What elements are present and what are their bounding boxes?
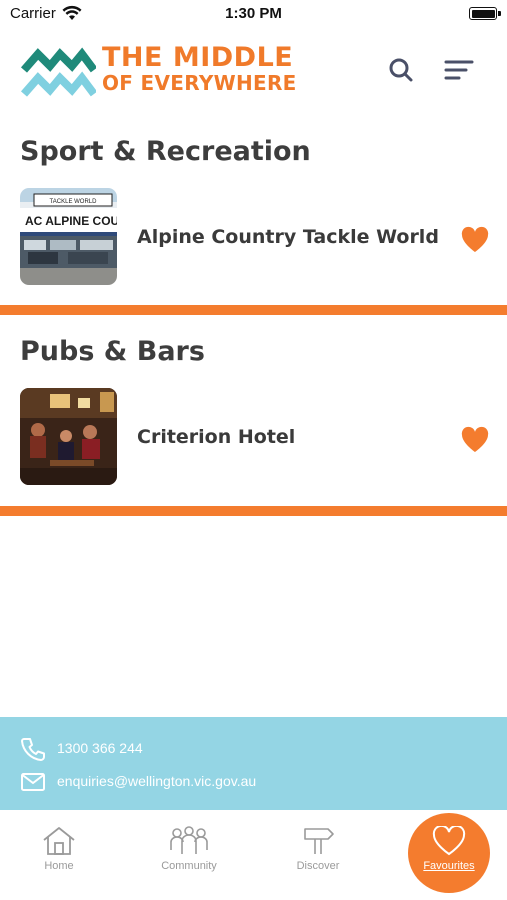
tab-label: Community [161, 860, 217, 872]
logo-line-2: OF EVERYWHERE [102, 71, 297, 95]
section-title-sport: Sport & Recreation [20, 136, 311, 167]
search-icon[interactable] [387, 56, 415, 84]
tab-label: Discover [296, 860, 340, 872]
bottom-tab-bar: Home Community Discover Favourites [0, 810, 507, 900]
tab-label: Home [44, 860, 74, 872]
tab-discover[interactable]: Discover [273, 810, 363, 890]
status-bar: Carrier 1:30 PM [0, 0, 507, 28]
signpost-icon [304, 828, 334, 854]
tab-favourites[interactable]: Favourites [404, 810, 494, 890]
section-divider [0, 506, 507, 516]
list-item-criterion-hotel[interactable]: Criterion Hotel [0, 388, 507, 488]
thumbnail-image [20, 388, 117, 485]
app-header: THE MIDDLE OF EVERYWHERE [0, 38, 507, 108]
section-divider [0, 305, 507, 315]
tab-label: Favourites [423, 860, 475, 872]
battery-icon [469, 7, 497, 20]
logo-wordmark[interactable]: THE MIDDLE OF EVERYWHERE [102, 44, 297, 93]
favourite-heart-icon[interactable] [460, 426, 490, 454]
menu-icon[interactable] [443, 56, 475, 84]
tab-community[interactable]: Community [144, 810, 234, 890]
email-address: enquiries@wellington.vic.gov.au [57, 773, 257, 789]
logo-line-1: THE MIDDLE [102, 42, 294, 73]
status-time: 1:30 PM [225, 5, 282, 22]
thumbnail-image: TACKLE WORLD AC ALPINE COUN [20, 188, 117, 285]
phone-icon [21, 738, 45, 761]
contact-panel: 1300 366 244 enquiries@wellington.vic.go… [0, 717, 507, 810]
tab-home[interactable]: Home [14, 810, 104, 890]
item-name: Alpine Country Tackle World [137, 226, 439, 248]
battery-tip [498, 11, 501, 16]
phone-number: 1300 366 244 [57, 740, 143, 756]
home-icon [43, 827, 75, 855]
mountain-logo-icon[interactable] [20, 44, 96, 100]
favourite-heart-icon[interactable] [460, 226, 490, 254]
store-sign-text: AC ALPINE COUN [25, 214, 117, 228]
store-sign-top-text: TACKLE WORLD [50, 199, 98, 205]
list-item-alpine-country[interactable]: TACKLE WORLD AC ALPINE COUN Alpine Count… [0, 188, 507, 288]
heart-icon [432, 826, 466, 856]
mail-icon [21, 773, 45, 791]
section-title-pubs: Pubs & Bars [20, 336, 205, 367]
people-icon [170, 826, 208, 854]
item-name: Criterion Hotel [137, 426, 296, 448]
